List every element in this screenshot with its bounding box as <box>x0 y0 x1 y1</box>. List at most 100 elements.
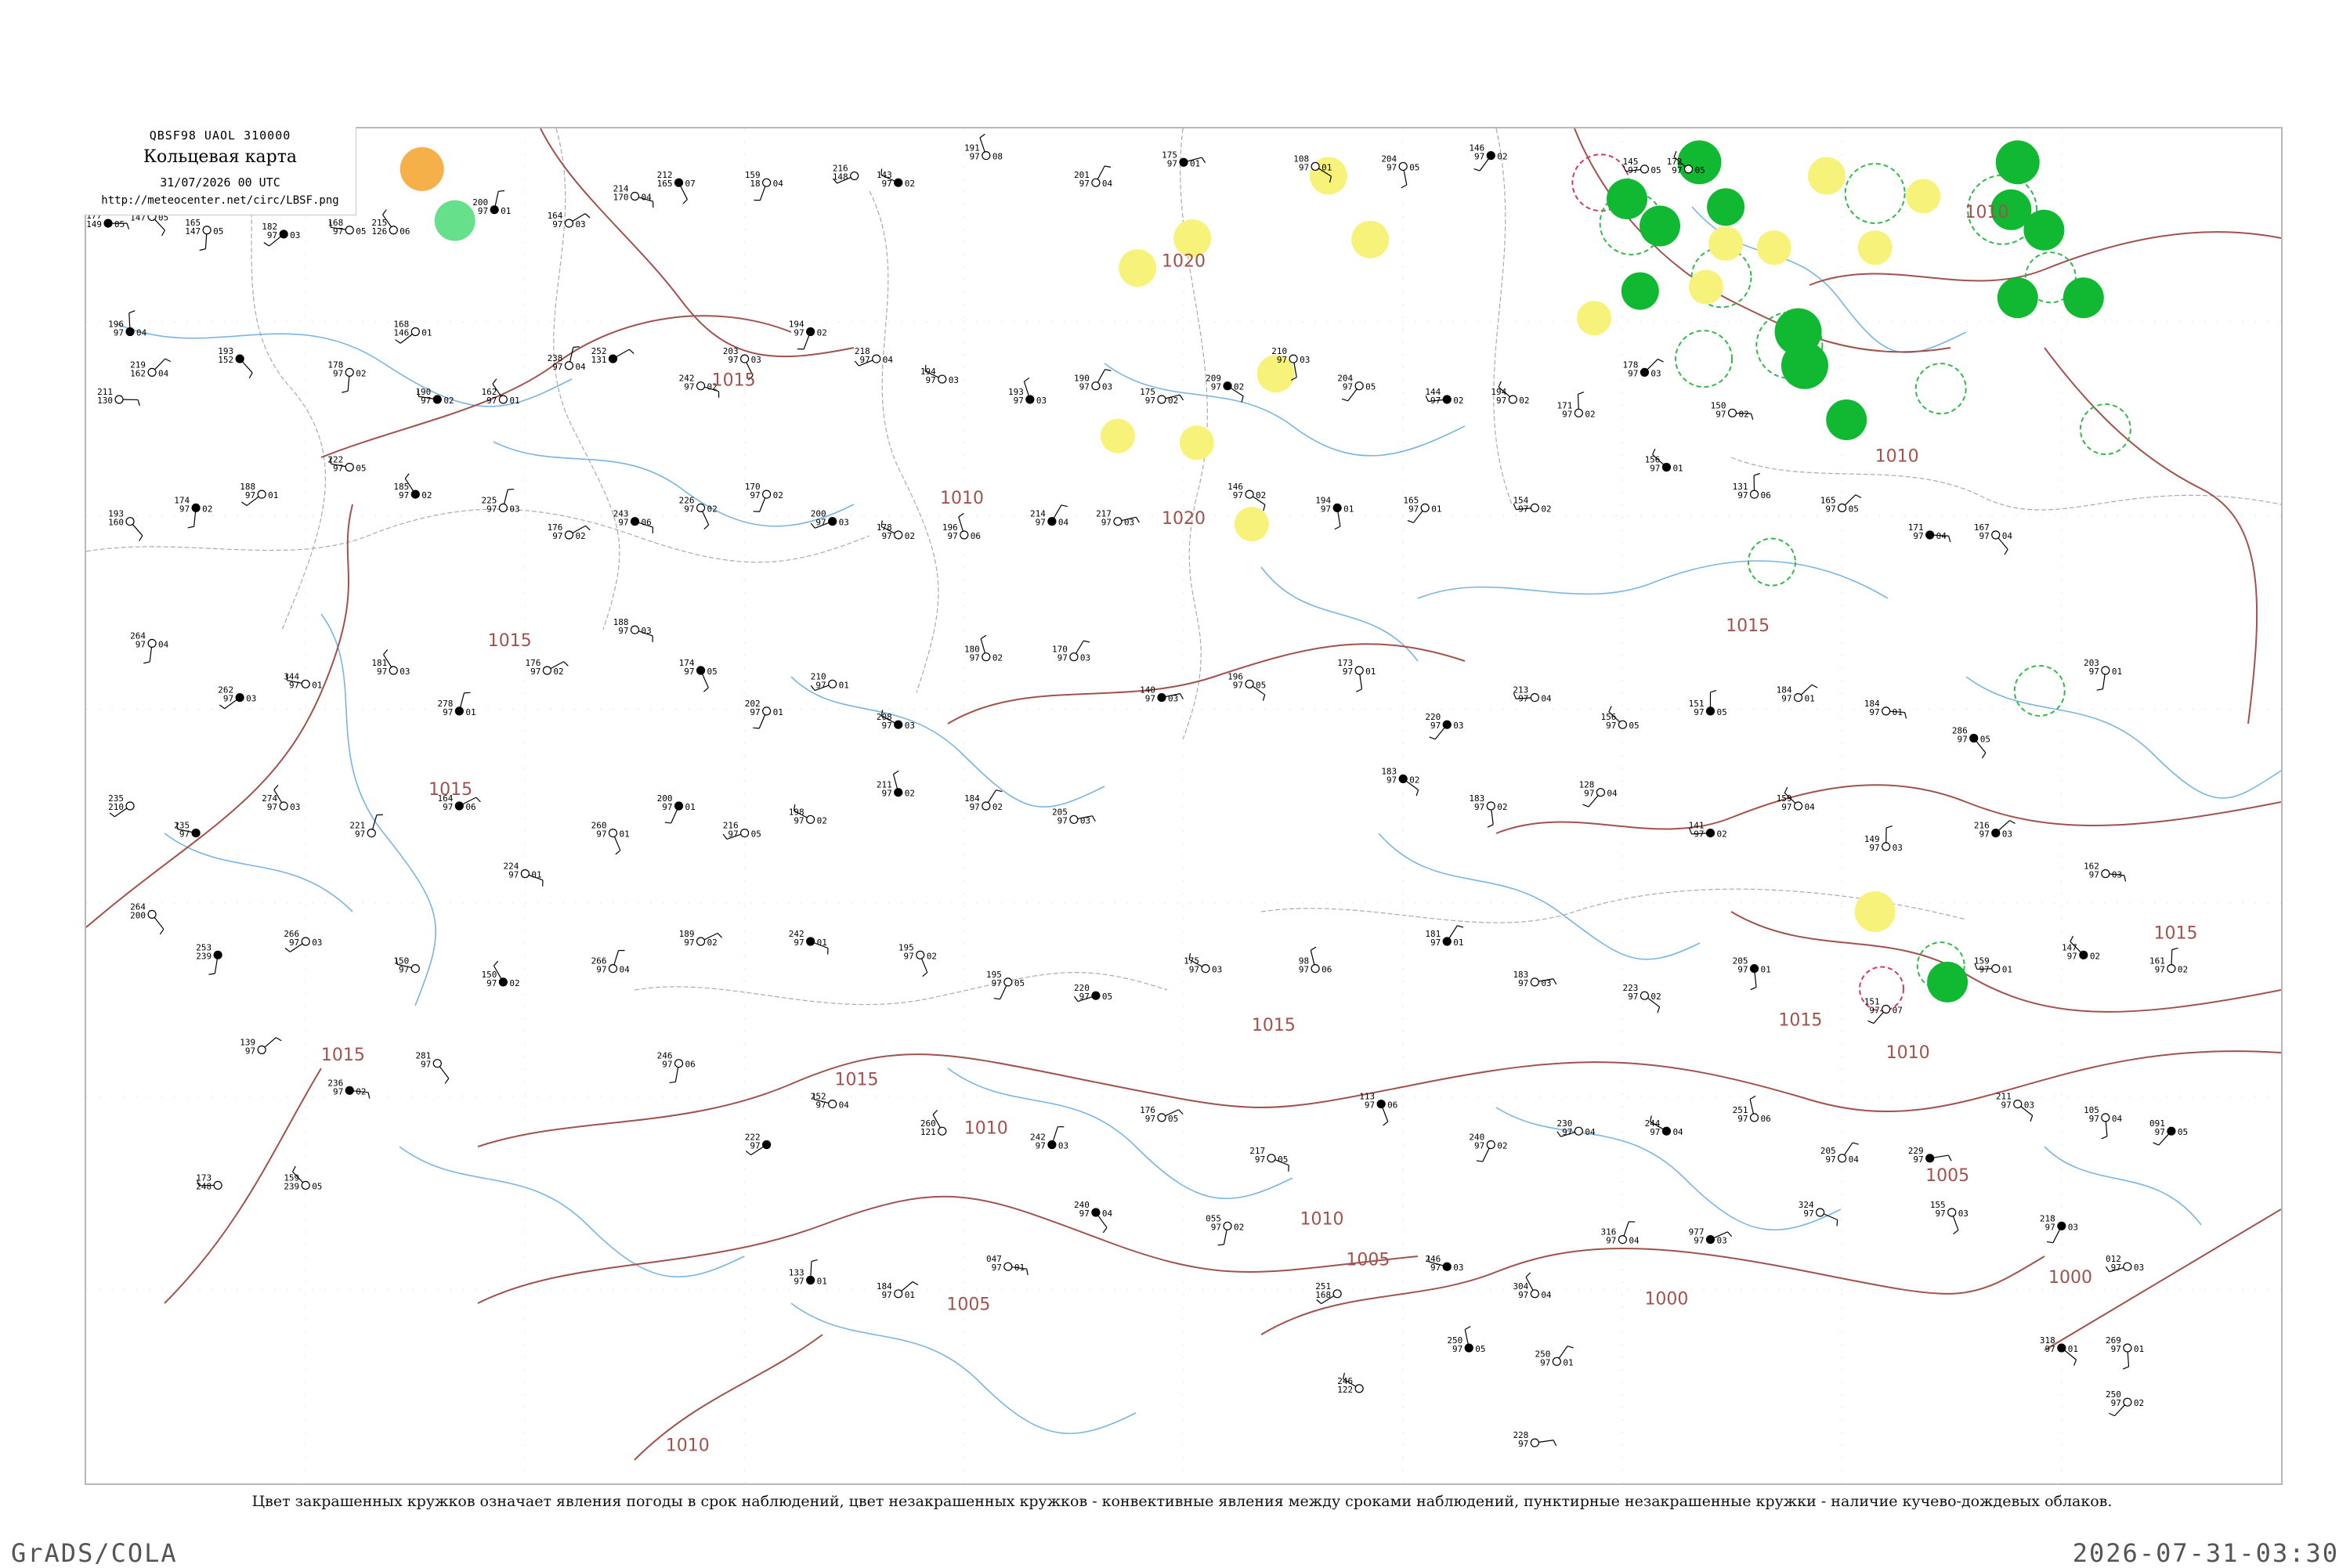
station-plot[interactable]: 1709702 <box>745 482 783 511</box>
station-plot[interactable]: 216148 <box>833 164 859 183</box>
station-plot[interactable]: 2029701 <box>745 699 783 728</box>
station-plot[interactable]: 260121 <box>920 1110 946 1137</box>
yellow-weather-circle[interactable] <box>1757 230 1791 265</box>
station-plot[interactable]: 251168 <box>1315 1281 1341 1304</box>
station-plot[interactable]: 1829703 <box>262 222 300 246</box>
station-plot[interactable]: 1959702 <box>898 942 937 976</box>
yellow-weather-circle[interactable] <box>1906 179 1940 214</box>
station-plot[interactable]: 246122 <box>1337 1373 1363 1395</box>
station-plot[interactable]: 21916204 <box>130 359 171 378</box>
station-plot[interactable]: 2169703 <box>1974 821 2016 840</box>
station-plot[interactable]: 2139704 <box>1513 685 1551 704</box>
station-plot[interactable]: 1519707 <box>1864 997 1903 1024</box>
station-plot[interactable]: 1769705 <box>1140 1105 1183 1124</box>
station-plot[interactable]: 1989702 <box>789 804 827 826</box>
station-plot[interactable]: 1549702 <box>1513 495 1551 514</box>
station-plot[interactable]: 1409703 <box>1140 685 1183 704</box>
station-plot[interactable]: 1439702 <box>877 168 915 189</box>
station-plot[interactable]: 1419702 <box>1689 821 1727 840</box>
station-plot[interactable]: 2309704 <box>1556 1118 1595 1137</box>
green-weather-circle[interactable] <box>1640 206 1680 247</box>
station-plot[interactable]: 1719704 <box>1908 522 1950 542</box>
station-plot[interactable]: 2249701 <box>504 862 543 887</box>
station-plot[interactable]: 1789702 <box>877 521 915 541</box>
station-plot[interactable]: 1519705 <box>1689 690 1727 717</box>
station-plot[interactable]: 2429701 <box>789 929 828 955</box>
station-plot[interactable]: 21216507 <box>657 170 696 204</box>
station-plot[interactable]: 1749705 <box>679 658 718 692</box>
station-plot[interactable]: 1619702 <box>2149 948 2188 974</box>
station-plot[interactable]: 2059704 <box>1820 1143 1859 1165</box>
station-plot[interactable]: 1509702 <box>1711 400 1753 420</box>
station-plot[interactable]: 1889703 <box>613 617 653 642</box>
station-plot[interactable]: 3189701 <box>2040 1335 2078 1366</box>
station-plot[interactable]: 1449702 <box>1425 387 1463 406</box>
green-weather-circle[interactable] <box>1622 273 1659 310</box>
station-plot[interactable]: 1599701 <box>1974 956 2012 975</box>
station-plot[interactable]: 15097 <box>393 956 419 975</box>
station-plot[interactable]: 1839703 <box>1513 970 1556 988</box>
mint-weather-circle[interactable] <box>435 201 475 241</box>
station-plot[interactable]: 211130 <box>97 387 139 406</box>
station-plot[interactable]: 2439706 <box>613 509 653 533</box>
station-plot[interactable]: 1969704 <box>108 311 146 338</box>
station-plot[interactable]: 1569705 <box>1601 706 1640 732</box>
station-plot[interactable]: 1469702 <box>1469 143 1507 171</box>
station-plot[interactable]: 9779703 <box>1689 1227 1732 1246</box>
yellow-weather-circle[interactable] <box>1180 425 1214 460</box>
station-plot[interactable]: 1789702 <box>327 359 366 392</box>
station-plot[interactable]: 2519706 <box>1733 1096 1771 1124</box>
station-plot[interactable]: 1899702 <box>679 929 722 948</box>
yellow-weather-circle[interactable] <box>1101 419 1135 453</box>
station-plot[interactable]: 22297 <box>745 1133 771 1155</box>
station-plot[interactable]: 1591804 <box>745 170 783 201</box>
station-plot[interactable]: 1689705 <box>327 218 366 237</box>
station-plot[interactable]: 0919705 <box>2149 1118 2188 1145</box>
station-plot[interactable]: 2389704 <box>548 347 586 372</box>
station-plot[interactable]: 2259703 <box>482 490 520 515</box>
station-plot[interactable]: 1659701 <box>1403 495 1441 522</box>
station-plot[interactable]: 1469702 <box>1227 482 1266 511</box>
station-plot[interactable]: 2059703 <box>1052 807 1095 826</box>
station-plot[interactable]: 2789701 <box>437 692 475 717</box>
station-plot[interactable]: 2089703 <box>877 710 915 731</box>
green-weather-circle[interactable] <box>1996 140 2040 184</box>
station-plot[interactable]: 2189703 <box>2040 1213 2078 1242</box>
station-plot[interactable]: 1949702 <box>1491 381 1529 406</box>
yellow-weather-circle[interactable] <box>1808 157 1846 195</box>
station-plot[interactable]: 1629703 <box>2084 862 2126 882</box>
station-plot[interactable]: 2469706 <box>657 1051 696 1083</box>
green-weather-circle[interactable] <box>1677 140 1721 184</box>
station-plot[interactable]: 2749703 <box>262 785 300 812</box>
station-plot[interactable]: 1859702 <box>393 474 432 500</box>
yellow-weather-circle[interactable] <box>1577 301 1611 335</box>
green-weather-circle[interactable] <box>1927 962 1968 1003</box>
station-plot[interactable]: 1339701 <box>789 1259 827 1286</box>
station-plot[interactable]: 252131 <box>591 346 634 365</box>
yellow-weather-circle[interactable] <box>1858 230 1893 265</box>
source-url[interactable]: http://meteocenter.net/circ/LBSF.png <box>85 194 356 207</box>
station-plot[interactable]: 13997 <box>240 1037 281 1056</box>
station-plot[interactable]: 1849701 <box>1864 699 1907 718</box>
station-plot[interactable]: 1629701 <box>482 379 520 406</box>
station-plot[interactable]: 1849702 <box>964 790 1003 812</box>
station-plot[interactable]: 2409704 <box>1074 1200 1112 1233</box>
station-plot[interactable]: 1459705 <box>1623 157 1661 175</box>
station-plot[interactable]: 3449701 <box>284 671 322 690</box>
station-plot[interactable]: 2509701 <box>1535 1346 1573 1368</box>
station-plot[interactable]: 21417004 <box>613 184 653 208</box>
station-plot[interactable]: 2039701 <box>2084 658 2122 690</box>
station-plot[interactable]: 16514705 <box>185 218 223 251</box>
station-plot[interactable]: 2209705 <box>1074 983 1112 1002</box>
station-plot[interactable]: 2409702 <box>1469 1133 1507 1162</box>
station-plot[interactable]: 1499703 <box>1864 826 1903 853</box>
station-plot[interactable]: 1559703 <box>1930 1200 1969 1234</box>
station-plot[interactable]: 22997 <box>1908 1146 1951 1165</box>
station-plot[interactable]: 2699701 <box>2106 1335 2144 1369</box>
station-plot[interactable]: 1649703 <box>548 211 590 229</box>
yellow-weather-circle[interactable] <box>1119 249 1156 287</box>
station-plot[interactable]: 1969706 <box>942 513 981 541</box>
yellow-weather-circle[interactable] <box>1708 226 1743 261</box>
green-weather-circle[interactable] <box>1998 277 2038 318</box>
station-plot[interactable]: 2609701 <box>591 821 630 854</box>
